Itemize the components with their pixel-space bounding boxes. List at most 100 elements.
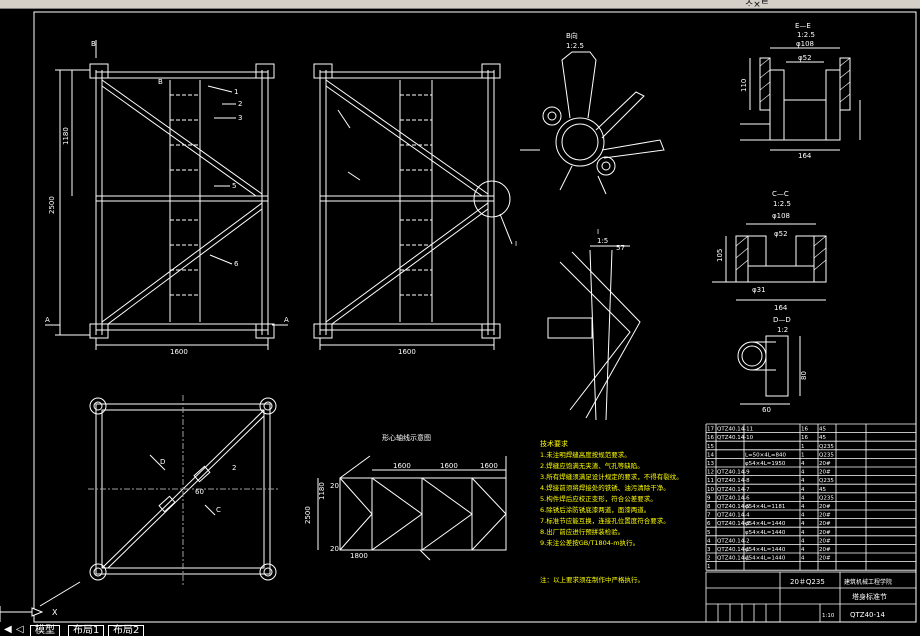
bom-cell: Q235 — [819, 478, 834, 484]
bom-cell: 9 — [707, 495, 711, 501]
toolbar-segment-5[interactable] — [400, 0, 541, 8]
toolbar-segment-6[interactable] — [540, 0, 671, 8]
section-cc-labels: C—C 1:2.5 φ108 φ52 105 φ31 164 — [716, 190, 791, 312]
detail-i-labels: I 1:5 57 — [597, 228, 625, 252]
bom-cell: 17 — [707, 427, 714, 433]
bom-cell: 11 — [707, 478, 714, 484]
tab-layout2[interactable]: 布局2 — [108, 625, 145, 636]
bom-cell: Q235 — [819, 495, 834, 501]
bom-cell: 16 — [707, 435, 714, 441]
space-diagram — [317, 455, 507, 561]
toolbar-segment-7[interactable] — [670, 0, 920, 8]
space-dim-1180: 1180 — [318, 482, 326, 500]
space-dim-1600c: 1600 — [480, 462, 498, 470]
bom-table: 17 QTZ40.14-11 16 4516 QTZ40.14-10 16 4515 1 Q23… — [705, 423, 917, 571]
b-view — [520, 51, 665, 195]
bom-cell: 4 — [801, 530, 805, 536]
toolbar-segment-3[interactable] — [150, 0, 281, 8]
bom-cell: 14 — [707, 452, 714, 458]
title-block-labels: 20＃Q235 建筑机械工程学院 塔身标准节 QTZ40-14 1:10 — [790, 578, 892, 619]
bom-cell: 16 — [801, 427, 808, 433]
bom-cell: QTZ40.14-6 — [717, 495, 750, 501]
right-elevation-labels: 1600 I — [398, 240, 517, 356]
tab-nav-prev[interactable]: ◁ — [14, 625, 26, 635]
bom-cell: Q235 — [819, 452, 834, 458]
note-line-6: 6.除锈后涂防锈底漆两道，面漆两道。 — [540, 505, 650, 514]
toolbar-segment-1[interactable] — [0, 0, 61, 8]
toolbar-segment-2[interactable] — [60, 0, 151, 8]
bom-cell: 4 — [801, 538, 805, 544]
section-dd — [737, 335, 801, 405]
notes-closing: 注：以上要求须在制作中严格执行。 — [540, 575, 644, 584]
note-line-3: 3.所有焊缝须满足设计规定的要求，不得有裂纹。 — [540, 472, 683, 481]
section-ee — [740, 47, 861, 151]
dim-total-height: 2500 — [48, 196, 56, 214]
toolbar-segment-4[interactable] — [280, 0, 401, 8]
cc-dim-w1: φ108 — [772, 212, 790, 220]
bom-cell: 45 — [819, 487, 826, 493]
detail-i-title: I — [597, 228, 599, 236]
bom-cell: 20# — [819, 470, 831, 476]
section-cc — [712, 223, 827, 301]
space-dim-20b: 20 — [330, 545, 339, 553]
bom-cell: 20# — [819, 521, 831, 527]
bom-cell: 20# — [819, 513, 831, 519]
tab-model[interactable]: 模型 — [30, 625, 60, 636]
section-a-left: A — [45, 316, 50, 324]
bom-cell: 2 — [707, 556, 711, 562]
bom-cell: QTZ40.14-10 — [717, 435, 754, 441]
tab-layout1[interactable]: 布局1 — [68, 625, 105, 636]
ee-dim-b: 164 — [798, 152, 812, 160]
drawing-canvas[interactable]: 2500 1180 1600 A A B B 1 2 3 5 6 1600 I … — [0, 8, 920, 625]
ee-dim-w2: φ52 — [798, 54, 812, 62]
note-line-7: 7.标准节应能互换，连接孔位置度符合要求。 — [540, 516, 670, 525]
bom-cell: 1 — [707, 564, 711, 570]
bom-cell: 13 — [707, 461, 714, 467]
title-company: 建筑机械工程学院 — [844, 578, 892, 586]
bom-cell: QTZ40.14-4 — [717, 513, 750, 519]
cc-dim-h: 105 — [716, 249, 724, 262]
space-dim-1800: 1800 — [350, 552, 368, 560]
plan-c: C — [216, 506, 221, 514]
title-scale: 1:10 — [822, 613, 835, 619]
bom-cell: 4 — [801, 521, 805, 527]
bom-cell: 4 — [801, 513, 805, 519]
note-line-2: 2.焊缝应饱满无夹渣、气孔等缺陷。 — [540, 461, 644, 470]
bom-cell: 8 — [707, 504, 711, 510]
left-elevation-view — [45, 40, 288, 350]
dd-dim-h: 80 — [800, 371, 808, 380]
bom-cell: QTZ40.14-9 — [717, 470, 750, 476]
bom-cell: 1 — [801, 452, 805, 458]
space-title: 形心轴线示意图 — [382, 433, 431, 442]
section-ee-labels: E—E 1:2.5 φ108 φ52 110 164 — [740, 22, 815, 160]
callout-1: 1 — [234, 88, 238, 96]
detail-i-scale: 1:5 — [597, 237, 608, 245]
bom-cell: 4 — [801, 487, 805, 493]
bom-cell: 20# — [819, 461, 831, 467]
note-line-4: 4.焊接前须将焊接处的铁锈、油污清除干净。 — [540, 483, 670, 492]
section-b-right: B — [158, 78, 163, 86]
note-line-9: 9.未注公差按GB/T1804-m执行。 — [540, 538, 639, 547]
bom-cell: φ54×4L=1181 — [745, 504, 785, 510]
bom-cell: Q235 — [819, 444, 834, 450]
dd-dim-b: 60 — [762, 406, 771, 414]
plan-view — [39, 395, 280, 607]
bom-cell: QTZ40.14-2 — [717, 538, 750, 544]
detail-i — [547, 245, 641, 421]
space-diagram-labels: 形心轴线示意图 1600 1600 1600 2500 1180 20 20 1… — [304, 433, 498, 560]
tab-nav-first[interactable]: ◀ — [2, 625, 14, 635]
ee-title: E—E — [795, 22, 811, 30]
bom-cell: 4 — [801, 470, 805, 476]
bom-cell: 20# — [819, 530, 831, 536]
bom-cell: 4 — [801, 478, 805, 484]
bom-cell: 10 — [707, 487, 714, 493]
bom-cell: 4 — [801, 495, 805, 501]
cc-title: C—C — [772, 190, 789, 198]
bom-cell: 1 — [801, 444, 805, 450]
bom-cell: 4 — [801, 547, 805, 553]
space-dim-1600b: 1600 — [440, 462, 458, 470]
b-view-title: B向 — [566, 31, 578, 40]
bom-cell: L=50×4L=840 — [745, 452, 786, 458]
bom-cell: 3 — [707, 547, 711, 553]
dd-title: D—D — [773, 316, 791, 324]
